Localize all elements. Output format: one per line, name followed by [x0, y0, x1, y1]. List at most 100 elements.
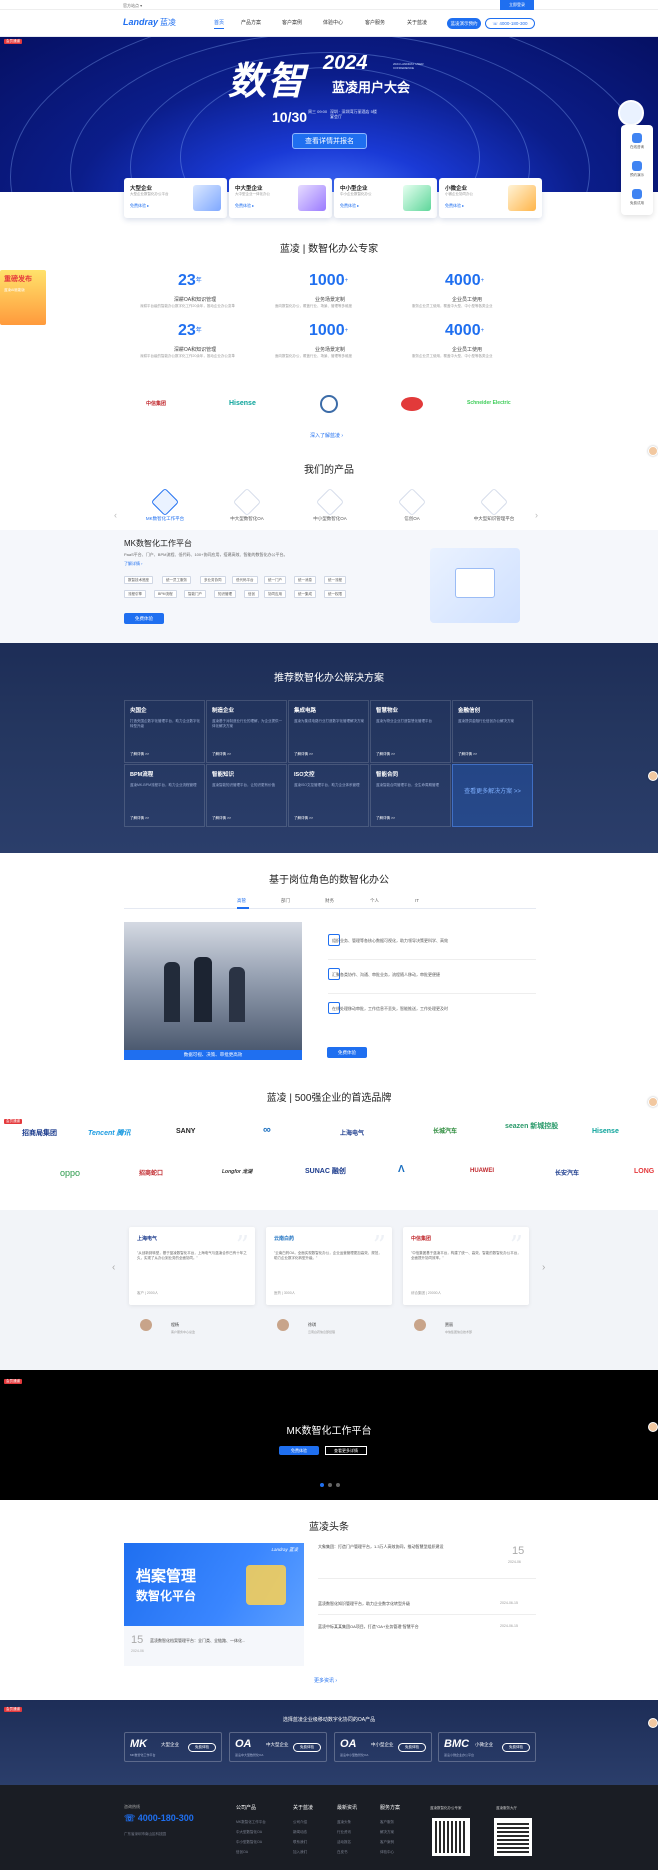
solution-more-cell[interactable]: 查看更多解决方案 >> [452, 764, 533, 827]
product-trial-button[interactable]: 免费体验 [124, 613, 164, 624]
product-tab-oa-small[interactable]: 中小型数智化OA [295, 487, 365, 522]
cta-card[interactable]: OA 中大型企业 蓝凌中大型数智化OA 免费体验 [229, 1732, 327, 1762]
solution-cell[interactable]: 智能合同 蓝凌智能合同管理平台，全生命周期管理 了解详情 >> [370, 764, 451, 827]
carousel-dot[interactable] [328, 1483, 332, 1487]
footer-link[interactable]: 客户案例 [380, 1840, 394, 1845]
segment-link[interactable]: 免费体验 ▸ [235, 203, 254, 209]
news-feature-caption[interactable]: 蓝凌数智化档案管理平台：全门类、全链路、一体化... [150, 1638, 300, 1644]
side-demo[interactable]: 预约演示 [621, 161, 653, 178]
footer-link[interactable]: 中小型数智化OA [236, 1840, 262, 1845]
chat-avatar-icon[interactable] [648, 771, 658, 781]
footer-phone[interactable]: ☏ 4000-180-300 [124, 1813, 194, 1824]
solution-cell[interactable]: 央国企 打造央国企数字化管理平台，助力企业数字化转型升级 了解详情 >> [124, 700, 205, 763]
segment-link[interactable]: 免费体验 ▸ [130, 203, 149, 209]
side-trial[interactable]: 免费试用 [621, 189, 653, 206]
product-panel-link[interactable]: 了解详情 › [124, 561, 142, 567]
chat-avatar-icon[interactable] [648, 1422, 658, 1432]
cta-card[interactable]: OA 中小型企业 蓝凌中小型数智化OA 免费体验 [334, 1732, 432, 1762]
footer-link[interactable]: 行业资讯 [337, 1830, 351, 1835]
role-tab-finance[interactable]: 财务 [325, 898, 334, 904]
solution-cell[interactable]: 智慧物业 蓝凌为物业企业打造智慧化管理平台 了解详情 >> [370, 700, 451, 763]
member-badge[interactable]: 会员通道 [4, 1379, 22, 1384]
product-tab-mk[interactable]: MK数智化工作平台 [130, 487, 200, 522]
news-item[interactable]: 大象集团：打造门户管理平台，1.3万人高效协同，推动智慧型组织建设 [318, 1544, 468, 1550]
person-name: 徐琪 [308, 1322, 316, 1327]
role-tab-department[interactable]: 部门 [281, 898, 290, 904]
role-tab-personal[interactable]: 个人 [370, 898, 379, 904]
cta-card-button[interactable]: 免费体验 [188, 1743, 216, 1752]
solution-cell[interactable]: 制造企业 蓝凌基于对制造业行业的理解，为企业提供一体化解决方案 了解详情 >> [206, 700, 287, 763]
solution-cell[interactable]: 金融信创 蓝凌提供金融行业信创办公解决方案 了解详情 >> [452, 700, 533, 763]
next-arrow-icon[interactable]: › [535, 510, 538, 520]
footer-link[interactable]: 解决方案 [380, 1830, 394, 1835]
carousel-dot[interactable] [320, 1483, 324, 1487]
news-item[interactable]: 蓝凌数智化知识管理平台，助力企业数字化转型升级 [318, 1601, 488, 1607]
nav-item-service[interactable]: 客户服务 [365, 19, 385, 26]
role-tab-executive[interactable]: 高管 [237, 898, 246, 904]
product-tab-oa-large[interactable]: 中大型数智化OA [212, 487, 282, 522]
hero-register-button[interactable]: 查看详情并报名 [292, 133, 367, 149]
segment-card-large[interactable]: 大型企业 大型企业数智化办公平台 免费体验 ▸ [124, 178, 227, 218]
chat-avatar-icon[interactable] [648, 446, 658, 456]
solution-cell[interactable]: BPM流程 蓝凌MK-BPM流程平台，助力企业流程管理 了解详情 >> [124, 764, 205, 827]
solution-cell[interactable]: 集成电路 蓝凌为集成电路行业打造数字化管理解决方案 了解详情 >> [288, 700, 369, 763]
member-badge[interactable]: 会员通道 [4, 1119, 22, 1124]
demo-booking-button[interactable]: 蓝凌演示预约 [447, 18, 481, 29]
product-tab-knowledge[interactable]: 中大型知识管理平台 [459, 487, 529, 522]
carousel-dot[interactable] [336, 1483, 340, 1487]
cta-card-button[interactable]: 免费体验 [293, 1743, 321, 1752]
prev-arrow-icon[interactable]: ‹ [114, 510, 117, 520]
segment-card-small[interactable]: 小微企业 小微企业协同办公 免费体验 ▸ [439, 178, 542, 218]
cta-card[interactable]: BMC 小微企业 蓝凌小微企业办公平台 免费体验 [438, 1732, 536, 1762]
member-badge[interactable]: 会员通道 [4, 1707, 22, 1712]
footer-link[interactable]: 信创OA [236, 1850, 248, 1855]
cta-card[interactable]: MK 大型企业 MK数智化工作平台 免费体验 [124, 1732, 222, 1762]
segment-card-midsmall[interactable]: 中小型企业 中小企业数智化办公 免费体验 ▸ [334, 178, 437, 218]
member-badge[interactable]: 会员通道 [4, 39, 22, 44]
prev-arrow-icon[interactable]: ‹ [112, 1262, 115, 1273]
segment-link[interactable]: 免费体验 ▸ [340, 203, 359, 209]
nav-item-products[interactable]: 产品方案 [241, 19, 261, 26]
cta-card-button[interactable]: 免费体验 [502, 1743, 530, 1752]
site-selector[interactable]: 官方站点 ▾ [123, 3, 142, 9]
segment-link[interactable]: 免费体验 ▸ [445, 203, 464, 209]
cta-card-button[interactable]: 免费体验 [398, 1743, 426, 1752]
roles-photo [124, 922, 302, 1050]
footer-link[interactable]: 白皮书 [337, 1850, 348, 1855]
footer-link[interactable]: 中大型数智化OA [236, 1830, 262, 1835]
nav-item-experience[interactable]: 体验中心 [323, 19, 343, 26]
solution-cell[interactable]: ISO文控 蓝凌ISO文控管理平台，助力企业体系管理 了解详情 >> [288, 764, 369, 827]
mk-banner-trial-button[interactable]: 免费体验 [279, 1446, 319, 1455]
side-consult[interactable]: 在线咨询 [621, 133, 653, 150]
footer-link[interactable]: 新闻动态 [293, 1830, 307, 1835]
news-item[interactable]: 蓝凌中标某某集团OA项目，打造"OA+业务管理"智慧平台 [318, 1624, 488, 1630]
footer-link[interactable]: MK数智化工作平台 [236, 1820, 266, 1825]
product-tab-xinchuang[interactable]: 信创OA [377, 487, 447, 522]
next-arrow-icon[interactable]: › [542, 1262, 545, 1273]
chat-avatar-icon[interactable] [648, 1718, 658, 1728]
role-tab-it[interactable]: IT [415, 898, 419, 903]
news-feature-image[interactable]: Landray 蓝凌 档案管理 数智化平台 [124, 1543, 304, 1626]
left-promo-popup[interactable]: 重磅发布 蓝凌AI赋能版 [0, 270, 46, 325]
login-button[interactable]: 立即登录 [500, 0, 534, 10]
footer-link[interactable]: 体验中心 [380, 1850, 394, 1855]
nav-item-about[interactable]: 关于蓝凌 [407, 19, 427, 26]
news-more-link[interactable]: 更多资讯 › [314, 1677, 337, 1684]
nav-item-cases[interactable]: 客户案例 [282, 19, 302, 26]
footer-link[interactable]: 加入我们 [293, 1850, 307, 1855]
footer-link[interactable]: 联系我们 [293, 1840, 307, 1845]
brand-logo[interactable]: Landray 蓝凌 [123, 17, 176, 28]
chat-avatar-icon[interactable] [648, 1097, 658, 1107]
phone-button[interactable]: ☏ 4000-180-300 [485, 18, 535, 29]
footer-link[interactable]: 客户服务 [380, 1820, 394, 1825]
roles-trial-button[interactable]: 免费体验 [327, 1047, 367, 1058]
footer-link[interactable]: 公司介绍 [293, 1820, 307, 1825]
solution-cell[interactable]: 智能知识 蓝凌智能知识管理平台，让知识更有价值 了解详情 >> [206, 764, 287, 827]
assistant-robot-icon[interactable] [618, 100, 644, 126]
nav-item-home[interactable]: 首页 [214, 19, 225, 29]
mk-banner-more-button[interactable]: 查看更多详情 [325, 1446, 367, 1455]
segment-card-midlarge[interactable]: 中大型企业 大中型企业一体化办公 免费体验 ▸ [229, 178, 332, 218]
footer-link[interactable]: 活动报名 [337, 1840, 351, 1845]
footer-link[interactable]: 蓝凌头条 [337, 1820, 351, 1825]
learn-more-link[interactable]: 深入了解蓝凌 › [310, 432, 343, 439]
